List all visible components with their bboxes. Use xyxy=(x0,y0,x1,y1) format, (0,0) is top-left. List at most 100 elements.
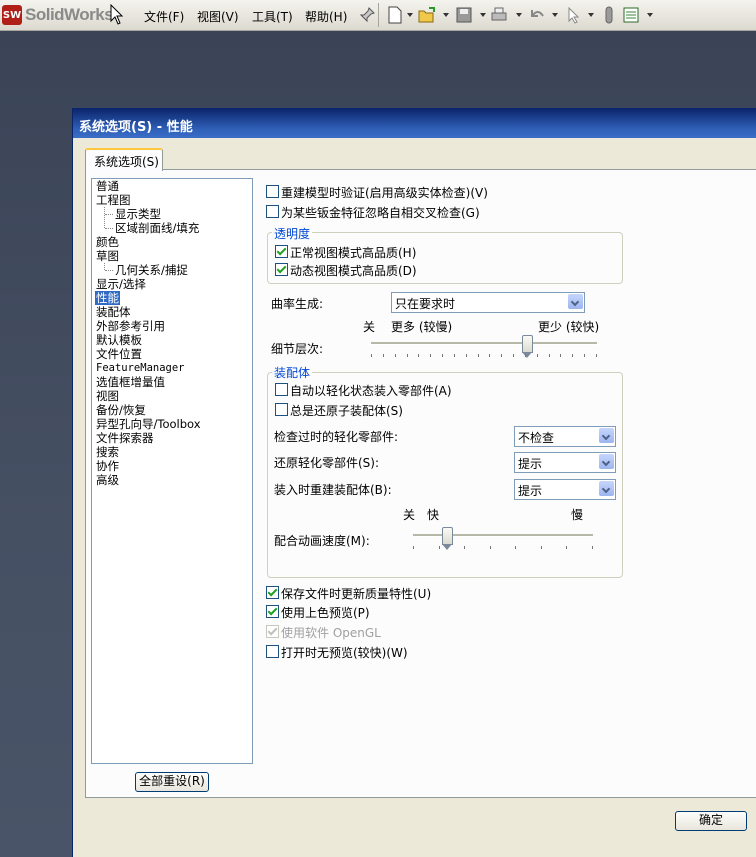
rebuild-on-load-value: 提示 xyxy=(518,484,543,498)
dynamic-view-hq-checkbox[interactable] xyxy=(275,263,288,276)
slider-tick xyxy=(513,354,514,357)
shaded-preview-label: 使用上色预览(P) xyxy=(281,606,370,620)
rebuild-on-load-select[interactable]: 提示 xyxy=(514,479,616,500)
select-arrow-icon[interactable] xyxy=(565,6,583,24)
open-dropdown-icon[interactable] xyxy=(443,13,449,17)
tree-item-file-locations[interactable]: 文件位置 xyxy=(96,347,142,361)
menu-view[interactable]: 视图(V) xyxy=(197,8,239,25)
assemblies-group-title: 装配体 xyxy=(272,364,313,381)
tree-item-spin-box-increments[interactable]: 选值框增量值 xyxy=(96,375,165,389)
tree-item-hole-wizard-toolbox[interactable]: 异型孔向导/Toolbox xyxy=(96,417,201,431)
mate-slider-thumb[interactable] xyxy=(442,527,453,550)
curvature-select[interactable]: 只在要求时 xyxy=(391,292,585,313)
resolve-lightweight-select[interactable]: 提示 xyxy=(514,452,616,473)
menu-tools[interactable]: 工具(T) xyxy=(252,8,293,25)
tree-item-display-selection[interactable]: 显示/选择 xyxy=(96,277,146,291)
chevron-down-icon[interactable] xyxy=(568,294,583,309)
tree-item-backup-recover[interactable]: 备份/恢复 xyxy=(96,403,146,417)
app-logo: SW SolidWorks xyxy=(2,3,114,27)
tree-item-area-hatch[interactable]: 区域剖面线/填充 xyxy=(115,221,199,235)
lod-slider-thumb[interactable] xyxy=(522,335,533,358)
tree-item-colors[interactable]: 颜色 xyxy=(96,235,119,249)
tree-item-drawings[interactable]: 工程图 xyxy=(96,193,131,207)
slider-tick xyxy=(371,354,372,357)
app-logo-text: SolidWorks xyxy=(25,5,114,24)
always-resolve-label: 总是还原子装配体(S) xyxy=(290,404,403,418)
slider-tick xyxy=(395,354,396,357)
chevron-down-icon[interactable] xyxy=(599,481,614,496)
slider-tick xyxy=(442,354,443,357)
always-resolve-checkbox[interactable] xyxy=(275,403,288,416)
reset-all-button[interactable]: 全部重设(R) xyxy=(135,772,209,792)
tree-item-view[interactable]: 视图 xyxy=(96,389,119,403)
level-of-detail-slider[interactable] xyxy=(371,334,597,362)
undo-icon[interactable] xyxy=(528,6,546,24)
resolve-lightweight-label: 还原轻化零部件(S): xyxy=(274,456,380,470)
tree-item-relations-snaps[interactable]: 几何关系/捕捉 xyxy=(115,263,188,277)
select-dropdown-icon[interactable] xyxy=(588,13,594,17)
lod-fewer-label: 更少 (较快) xyxy=(538,320,600,334)
check-outdated-value: 不检查 xyxy=(518,431,555,445)
dialog-titlebar: 系统选项(S) - 性能 xyxy=(73,108,756,138)
check-outdated-label: 检查过时的轻化零部件: xyxy=(274,430,399,444)
slider-tick xyxy=(439,546,440,549)
print-dropdown-icon[interactable] xyxy=(516,13,522,17)
save-icon[interactable] xyxy=(455,6,473,24)
tree-item-external-references[interactable]: 外部参考引用 xyxy=(96,319,165,333)
tree-item-advanced[interactable]: 高级 xyxy=(96,473,119,487)
save-dropdown-icon[interactable] xyxy=(480,13,486,17)
tree-item-sketch[interactable]: 草图 xyxy=(96,249,119,263)
options-dropdown-icon[interactable] xyxy=(647,13,653,17)
check-outdated-select[interactable]: 不检查 xyxy=(514,426,616,447)
tree-item-display-type[interactable]: 显示类型 xyxy=(115,207,161,221)
slider-tick xyxy=(478,354,479,357)
mate-anim-off-label: 关 xyxy=(403,508,416,522)
no-preview-checkbox[interactable] xyxy=(266,645,279,658)
category-tree[interactable]: 普通 工程图 显示类型 区域剖面线/填充 颜色 草图 几何关系/捕捉 显示/选择… xyxy=(91,178,253,764)
undo-dropdown-icon[interactable] xyxy=(552,13,558,17)
ignore-self-intersect-checkbox[interactable] xyxy=(266,205,279,218)
verify-rebuild-checkbox[interactable] xyxy=(266,185,279,198)
print-icon[interactable] xyxy=(490,6,508,24)
slider-tick xyxy=(407,354,408,357)
auto-lightweight-label: 自动以轻化状态装入零部件(A) xyxy=(290,384,452,398)
mate-anim-fast-label: 快 xyxy=(427,508,440,522)
mouse-cursor-icon xyxy=(110,4,124,25)
dynamic-view-hq-label: 动态视图模式高品质(D) xyxy=(290,264,417,278)
normal-view-hq-checkbox[interactable] xyxy=(275,245,288,258)
tree-item-file-explorer[interactable]: 文件探索器 xyxy=(96,431,154,445)
slider-tick xyxy=(489,354,490,357)
rebuild-icon[interactable] xyxy=(600,6,618,24)
slider-tick xyxy=(490,546,491,549)
update-mass-checkbox[interactable] xyxy=(266,586,279,599)
app-toolbar: SW SolidWorks 文件(F) 视图(V) 工具(T) 帮助(H) xyxy=(0,0,756,31)
tree-item-search[interactable]: 搜索 xyxy=(96,445,119,459)
shaded-preview-checkbox[interactable] xyxy=(266,605,279,618)
slider-tick xyxy=(418,354,419,357)
menu-help[interactable]: 帮助(H) xyxy=(305,8,347,25)
menu-file[interactable]: 文件(F) xyxy=(144,8,184,25)
tab-system-options[interactable]: 系统选项(S) xyxy=(85,148,163,171)
slider-tick xyxy=(572,354,573,357)
tree-item-assemblies[interactable]: 装配体 xyxy=(96,305,131,319)
open-folder-icon[interactable] xyxy=(418,6,436,24)
tree-item-featuremanager[interactable]: FeatureManager xyxy=(96,361,185,375)
mate-animation-slider[interactable] xyxy=(413,526,593,554)
chevron-down-icon[interactable] xyxy=(599,428,614,443)
ok-button[interactable]: 确定 xyxy=(675,811,747,831)
slider-tick xyxy=(566,546,567,549)
auto-lightweight-checkbox[interactable] xyxy=(275,383,288,396)
slider-tick xyxy=(549,354,550,357)
slider-tick xyxy=(466,354,467,357)
tree-item-general[interactable]: 普通 xyxy=(96,179,119,193)
tree-item-performance[interactable]: 性能 xyxy=(95,291,120,305)
chevron-down-icon[interactable] xyxy=(599,454,614,469)
options-icon[interactable] xyxy=(622,6,640,24)
new-document-icon[interactable] xyxy=(386,6,404,24)
new-dropdown-icon[interactable] xyxy=(407,13,413,17)
tree-item-default-templates[interactable]: 默认模板 xyxy=(96,333,142,347)
slider-tick xyxy=(413,546,414,549)
tree-item-collaboration[interactable]: 协作 xyxy=(96,459,119,473)
pin-icon[interactable] xyxy=(358,6,376,24)
slider-tick xyxy=(541,546,542,549)
